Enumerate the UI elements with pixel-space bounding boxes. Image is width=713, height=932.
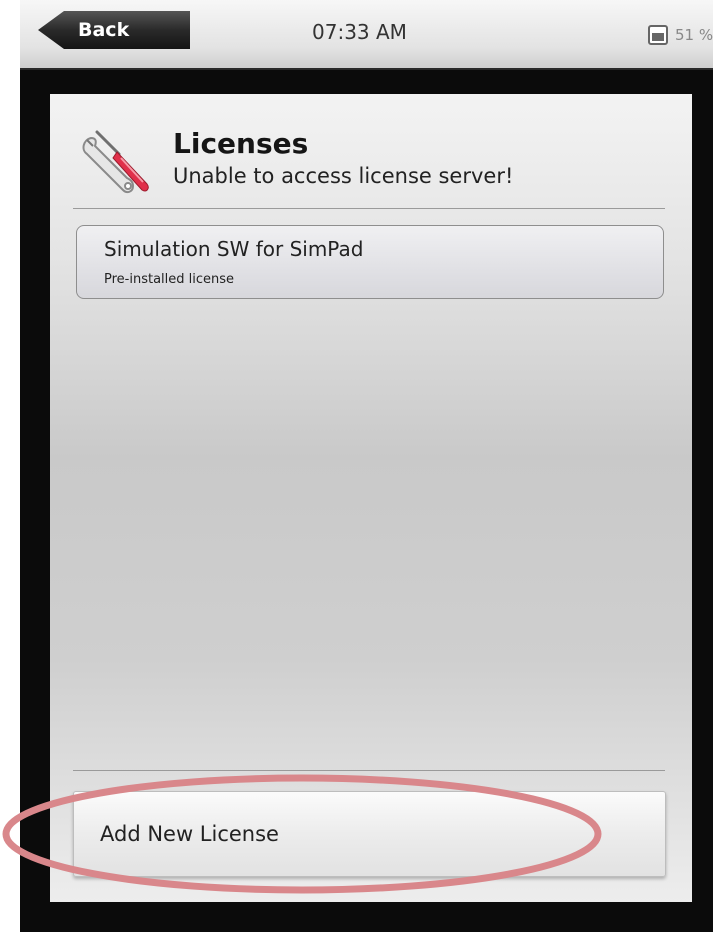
footer-divider xyxy=(73,770,665,771)
back-button[interactable]: Back xyxy=(38,11,190,49)
header-divider xyxy=(73,208,665,209)
page-subtitle: Unable to access license server! xyxy=(173,164,514,188)
page-title: Licenses xyxy=(173,127,309,160)
battery-icon xyxy=(648,25,668,45)
license-description: Pre-installed license xyxy=(104,272,235,287)
status-clock: 07:33 AM xyxy=(312,20,407,44)
licenses-panel: Licenses Unable to access license server… xyxy=(50,94,692,902)
tools-icon xyxy=(82,130,149,194)
license-name: Simulation SW for SimPad xyxy=(104,237,364,261)
battery-percentage: 51 % xyxy=(675,26,713,44)
add-new-license-button[interactable]: Add New License xyxy=(73,791,666,877)
license-list-item[interactable]: Simulation SW for SimPad Pre-installed l… xyxy=(76,225,664,299)
status-bar: Back 07:33 AM 51 % xyxy=(20,0,713,70)
